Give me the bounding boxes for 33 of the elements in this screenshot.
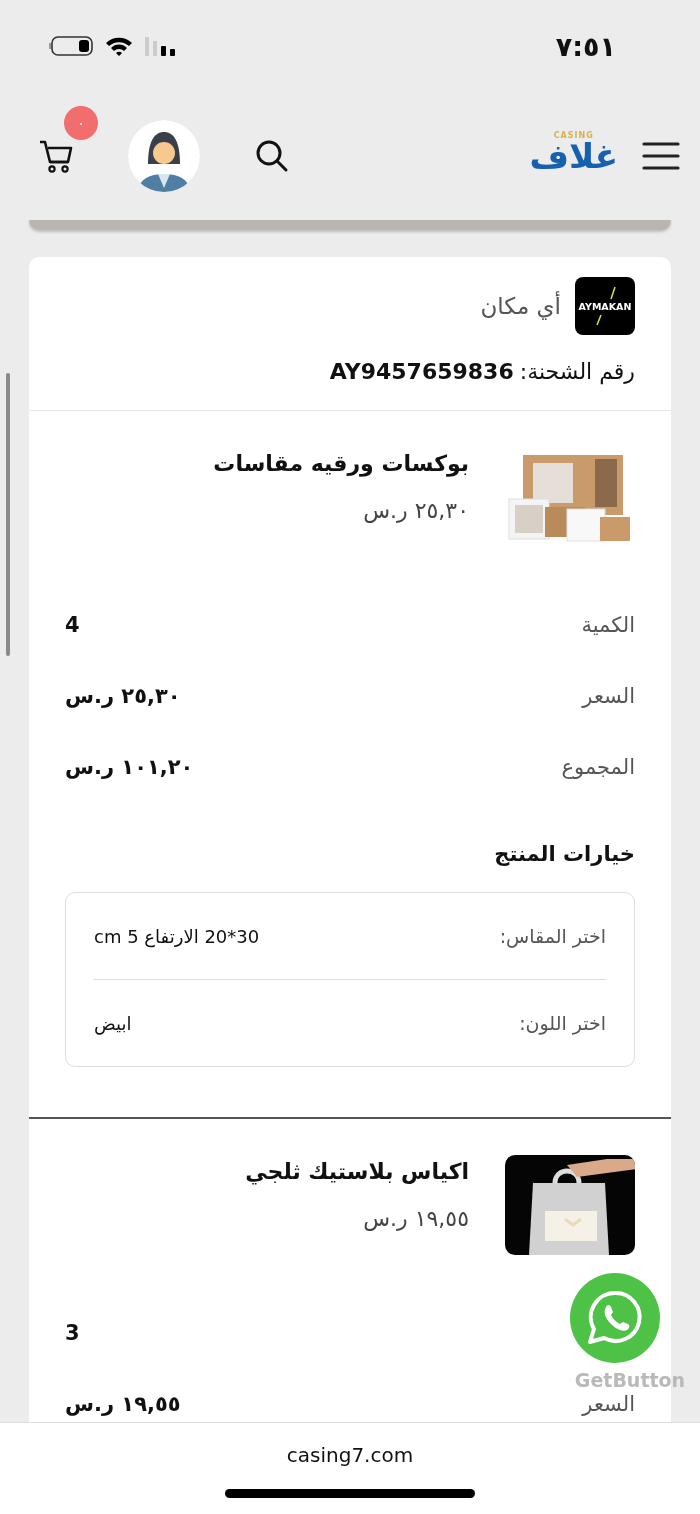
courier-logo: AYMAKAN — [575, 277, 635, 335]
cart-count-badge: ٠ — [64, 106, 98, 140]
option-value: ابيض — [94, 1012, 132, 1034]
detail-value: ١٠١,٢٠ ر.س — [65, 754, 194, 779]
signal-icon — [144, 35, 178, 57]
product-price: ٢٥,٣٠ ر.س — [362, 498, 469, 523]
search-icon[interactable] — [254, 138, 290, 174]
wifi-icon — [104, 35, 134, 57]
widget-caption: GetButton — [574, 1369, 686, 1391]
avatar-icon[interactable] — [128, 120, 200, 192]
product-title: اكياس بلاستيك ثلجي — [245, 1159, 469, 1184]
product-price: ١٩,٥٥ ر.س — [362, 1206, 469, 1231]
courier-name: أي مكان — [480, 293, 561, 319]
options-heading: خيارات المنتج — [493, 842, 635, 866]
detail-value: 3 — [65, 1320, 80, 1345]
address-text[interactable]: casing7.com — [286, 1443, 414, 1467]
cart-icon[interactable] — [38, 138, 74, 174]
detail-label: الكمية — [581, 612, 635, 637]
detail-value: ٢٥,٣٠ ر.س — [65, 683, 181, 708]
battery-icon — [48, 35, 94, 57]
status-time: ٧:٥١ — [555, 30, 616, 62]
tracking-number: AY9457659836 — [329, 359, 514, 384]
option-label: اختر اللون: — [519, 1012, 606, 1034]
menu-icon[interactable] — [642, 141, 680, 171]
product-title: بوكسات ورقيه مقاسات — [213, 451, 469, 476]
detail-value: 4 — [65, 612, 80, 637]
option-value: 30*20 الارتفاع 5 cm — [94, 925, 260, 947]
tracking-label: رقم الشحنة: — [519, 359, 635, 384]
detail-label: السعر — [582, 683, 635, 708]
detail-value: ١٩,٥٥ ر.س — [65, 1391, 181, 1416]
detail-label: المجموع — [561, 754, 635, 779]
detail-label: السعر — [582, 1391, 635, 1416]
option-label: اختر المقاس: — [499, 925, 606, 947]
